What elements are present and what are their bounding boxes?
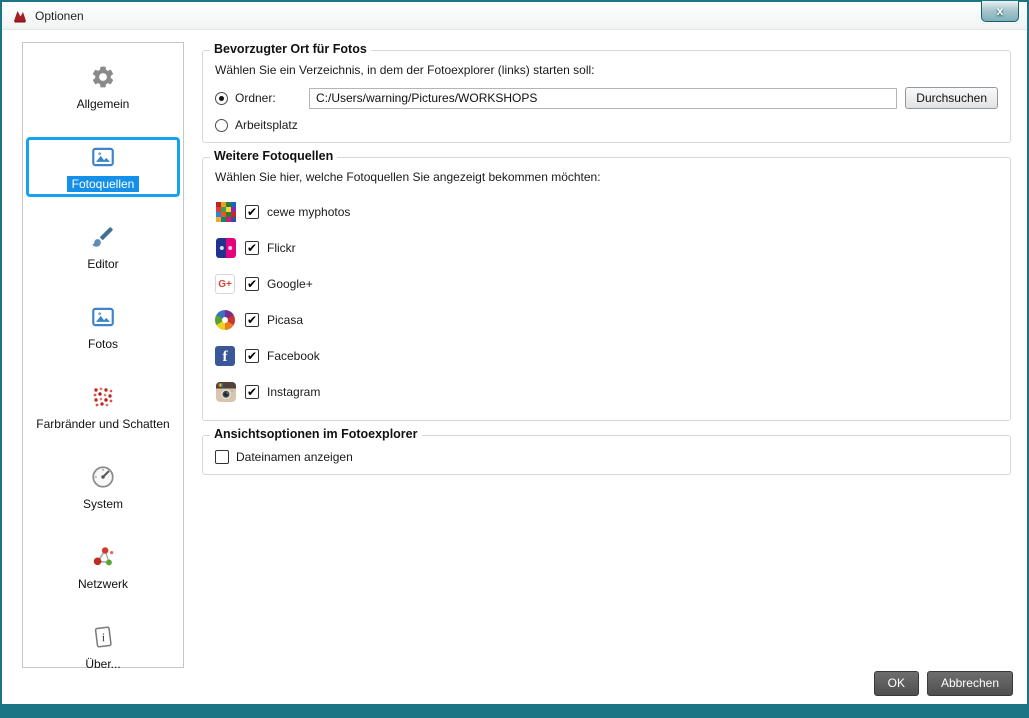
filenames-row: Dateinamen anzeigen <box>215 450 998 464</box>
group-title: Weitere Fotoquellen <box>210 149 337 163</box>
group-description: Wählen Sie ein Verzeichnis, in dem der F… <box>215 63 998 77</box>
options-dialog: Optionen x Allgemein Fotoquellen <box>0 0 1029 718</box>
window-title: Optionen <box>35 9 84 23</box>
show-filenames-label: Dateinamen anzeigen <box>236 450 353 464</box>
photo-source-label: Google+ <box>267 277 313 291</box>
sidebar-item-fotoquellen[interactable]: Fotoquellen <box>26 137 180 197</box>
close-button[interactable]: x <box>981 1 1019 22</box>
group-title: Bevorzugter Ort für Fotos <box>210 42 371 56</box>
picasa-icon <box>215 310 235 330</box>
color-dots-icon <box>89 383 117 411</box>
sidebar-item-system[interactable]: System <box>26 457 180 517</box>
sidebar-item-allgemein[interactable]: Allgemein <box>26 57 180 117</box>
sidebar-item-editor[interactable]: Editor <box>26 217 180 277</box>
workspace-radio[interactable] <box>215 119 228 132</box>
folder-row: Ordner: Durchsuchen <box>215 87 998 109</box>
network-icon <box>89 543 117 571</box>
sidebar-item-label: Fotos <box>83 336 123 352</box>
photo-source-row-instagram: Instagram <box>215 374 998 410</box>
instagram-checkbox[interactable] <box>245 385 259 399</box>
info-page-icon: i <box>89 623 117 651</box>
sidebar-item-netzwerk[interactable]: Netzwerk <box>26 537 180 597</box>
cewe-myphotos-checkbox[interactable] <box>245 205 259 219</box>
photo-source-row-googleplus: G+ Google+ <box>215 266 998 302</box>
dialog-footer: OK Abbrechen <box>2 668 1027 704</box>
gauge-icon <box>89 463 117 491</box>
sidebar-item-ueber[interactable]: i Über... <box>26 617 180 668</box>
sidebar-item-label: Netzwerk <box>73 576 133 592</box>
google-plus-checkbox[interactable] <box>245 277 259 291</box>
show-filenames-checkbox[interactable] <box>215 450 229 464</box>
group-photo-sources: Weitere Fotoquellen Wählen Sie hier, wel… <box>202 157 1011 421</box>
google-plus-icon: G+ <box>215 274 235 294</box>
photo-source-label: Instagram <box>267 385 320 399</box>
folder-radio[interactable] <box>215 92 228 105</box>
photo-source-label: Picasa <box>267 313 303 327</box>
flickr-checkbox[interactable] <box>245 241 259 255</box>
workspace-radio-label: Arbeitsplatz <box>235 118 298 132</box>
photo-icon <box>89 303 117 331</box>
group-title: Ansichtsoptionen im Fotoexplorer <box>210 427 422 441</box>
sidebar-item-farbraender[interactable]: Farbränder und Schatten <box>26 377 180 437</box>
cancel-button[interactable]: Abbrechen <box>927 671 1013 696</box>
facebook-checkbox[interactable] <box>245 349 259 363</box>
titlebar[interactable]: Optionen x <box>2 2 1027 30</box>
sidebar-item-label: Editor <box>82 256 123 272</box>
group-view-options: Ansichtsoptionen im Fotoexplorer Dateina… <box>202 435 1011 475</box>
photo-source-row-flickr: Flickr <box>215 230 998 266</box>
brush-icon <box>89 223 117 251</box>
settings-sidebar: Allgemein Fotoquellen Editor Fotos <box>22 42 184 668</box>
facebook-icon: f <box>215 346 235 366</box>
bottom-accent-bar <box>2 704 1027 716</box>
instagram-icon <box>215 382 236 403</box>
photo-sources-icon <box>89 143 117 171</box>
group-preferred-location: Bevorzugter Ort für Fotos Wählen Sie ein… <box>202 50 1011 143</box>
browse-button[interactable]: Durchsuchen <box>905 87 998 109</box>
sidebar-item-label: Allgemein <box>72 96 135 112</box>
photo-source-label: cewe myphotos <box>267 205 350 219</box>
sidebar-item-label: Fotoquellen <box>67 176 140 192</box>
folder-path-input[interactable] <box>309 88 897 109</box>
app-icon <box>12 8 28 24</box>
sidebar-item-fotos[interactable]: Fotos <box>26 297 180 357</box>
photo-source-row-facebook: f Facebook <box>215 338 998 374</box>
ok-button[interactable]: OK <box>874 671 919 696</box>
group-description: Wählen Sie hier, welche Fotoquellen Sie … <box>215 170 998 184</box>
folder-radio-label: Ordner: <box>235 91 309 105</box>
cewe-myphotos-icon <box>215 202 236 223</box>
photo-source-row-cewe: cewe myphotos <box>215 194 998 230</box>
gear-icon <box>89 63 117 91</box>
photo-source-label: Facebook <box>267 349 320 363</box>
sidebar-item-label: System <box>78 496 128 512</box>
sidebar-item-label: Über... <box>80 656 125 668</box>
photo-source-label: Flickr <box>267 241 296 255</box>
main-content: Bevorzugter Ort für Fotos Wählen Sie ein… <box>202 42 1011 668</box>
workspace-row: Arbeitsplatz <box>215 118 998 132</box>
flickr-icon <box>215 238 236 259</box>
sidebar-item-label: Farbränder und Schatten <box>31 416 174 432</box>
photo-source-row-picasa: Picasa <box>215 302 998 338</box>
picasa-checkbox[interactable] <box>245 313 259 327</box>
